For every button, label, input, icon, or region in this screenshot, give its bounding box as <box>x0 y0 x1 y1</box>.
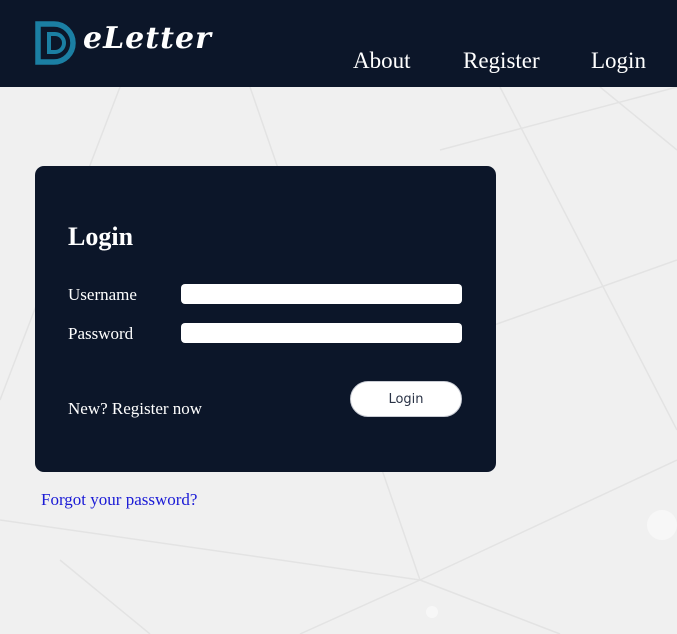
password-input[interactable] <box>181 323 462 343</box>
forgot-password-link[interactable]: Forgot your password? <box>41 490 197 510</box>
nav-login-link[interactable]: Login <box>591 47 646 75</box>
login-submit-button[interactable]: Login <box>350 381 462 417</box>
password-label: Password <box>68 324 134 343</box>
top-navbar: eLetter About Register Login <box>0 0 677 87</box>
username-label: Username <box>68 285 137 304</box>
nav-about-link[interactable]: About <box>353 47 411 75</box>
logo-wordmark: eLetter <box>83 21 212 56</box>
deletter-d-monogram-icon <box>35 21 76 65</box>
username-input[interactable] <box>181 284 462 304</box>
login-title: Login <box>68 222 134 251</box>
deletter-logo[interactable]: eLetter <box>34 18 211 68</box>
nav-register-link[interactable]: Register <box>463 47 540 75</box>
login-card: Login Username Password New? Register no… <box>35 166 496 472</box>
register-now-link[interactable]: New? Register now <box>68 399 202 419</box>
